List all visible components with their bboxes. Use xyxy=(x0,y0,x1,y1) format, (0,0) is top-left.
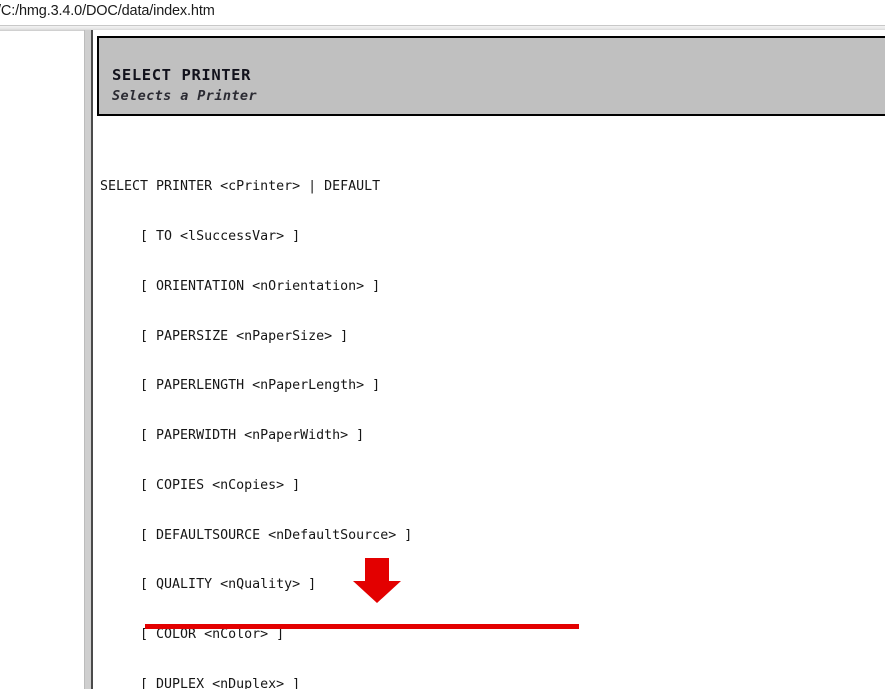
page-subtitle: Selects a Printer xyxy=(112,88,257,104)
browser-window: /C:/hmg.3.4.0/DOC/data/index.htm SELECT … xyxy=(0,0,885,689)
code-line: [ DUPLEX <nDuplex> ] xyxy=(100,677,301,689)
page-title: SELECT PRINTER xyxy=(112,66,252,84)
content-area: SELECT PRINTER Selects a Printer SELECT … xyxy=(0,30,885,689)
code-line: [ QUALITY <nQuality> ] xyxy=(100,577,317,593)
code-line: [ ORIENTATION <nOrientation> ] xyxy=(100,278,381,294)
document-pane[interactable]: SELECT PRINTER Selects a Printer SELECT … xyxy=(93,30,885,689)
code-line: [ DEFAULTSOURCE <nDefaultSource> ] xyxy=(100,527,413,543)
code-line: [ PAPERLENGTH <nPaperLength> ] xyxy=(100,378,381,394)
code-line: [ COLOR <nColor> ] xyxy=(100,627,285,643)
address-bar[interactable]: /C:/hmg.3.4.0/DOC/data/index.htm xyxy=(0,0,885,26)
code-line: [ PAPERSIZE <nPaperSize> ] xyxy=(100,328,349,344)
left-nav-pane[interactable] xyxy=(0,30,84,689)
code-line: [ PAPERWIDTH <nPaperWidth> ] xyxy=(100,428,365,444)
code-line: [ COPIES <nCopies> ] xyxy=(100,477,301,493)
syntax-code-block: SELECT PRINTER <cPrinter> | DEFAULT [ TO… xyxy=(100,146,885,689)
code-line: SELECT PRINTER <cPrinter> | DEFAULT xyxy=(100,179,381,195)
document-title-block: SELECT PRINTER Selects a Printer xyxy=(97,36,885,116)
address-bar-url[interactable]: /C:/hmg.3.4.0/DOC/data/index.htm xyxy=(0,3,215,19)
code-line: [ TO <lSuccessVar> ] xyxy=(100,228,301,244)
